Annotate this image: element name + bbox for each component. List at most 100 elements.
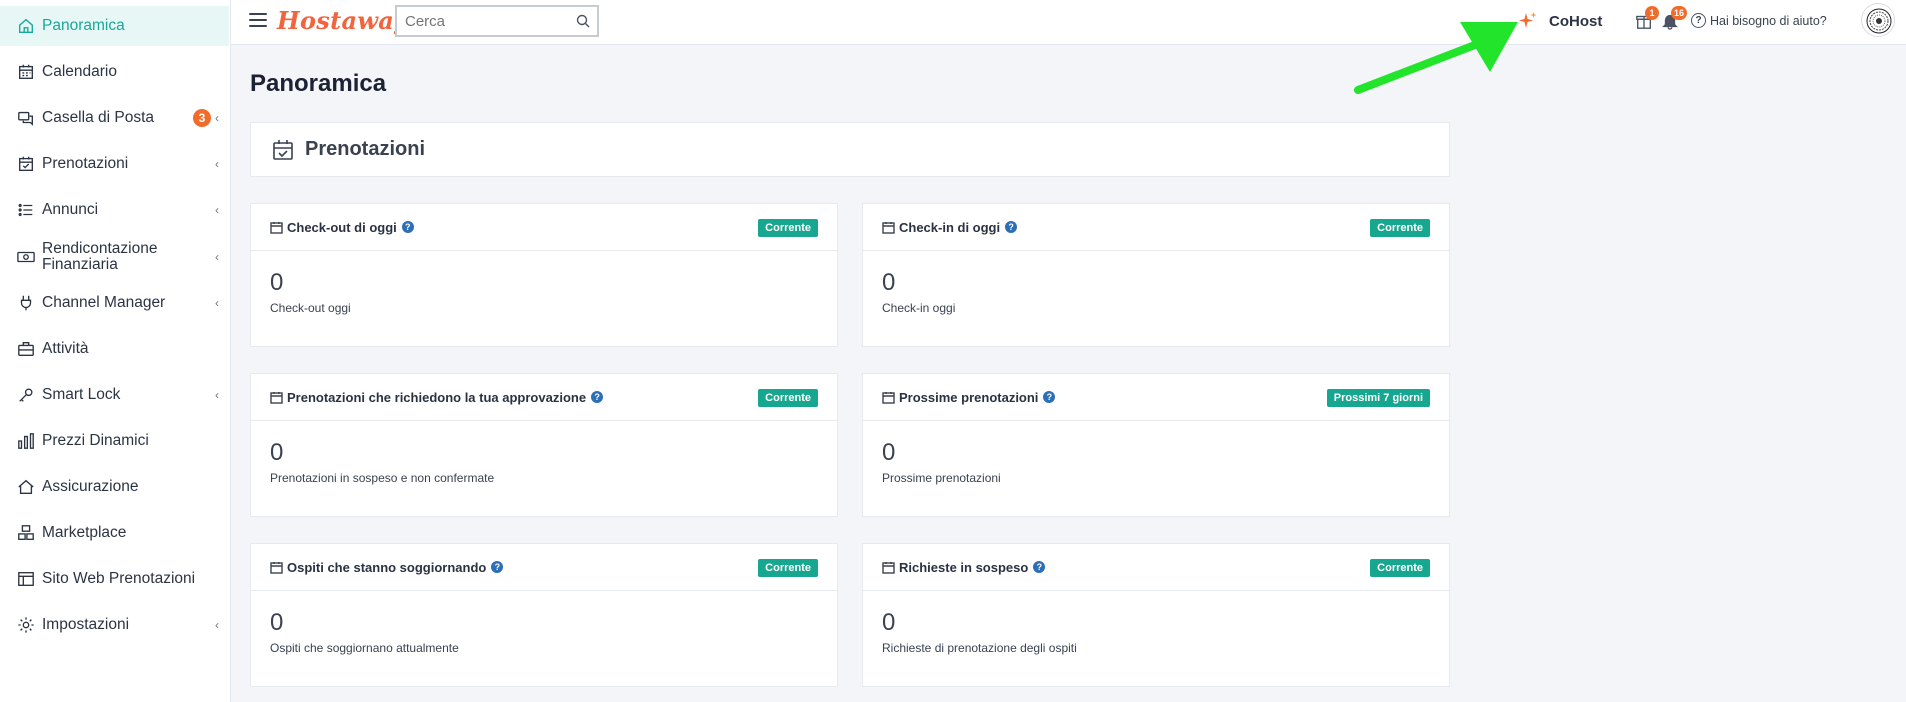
sidebar-item-label: Channel Manager: [42, 294, 166, 311]
status-badge: Corrente: [1370, 219, 1430, 237]
sidebar-item-marketplace[interactable]: Marketplace: [0, 513, 229, 553]
sidebar-item-calendario[interactable]: Calendario: [0, 52, 229, 92]
help-icon[interactable]: ?: [1043, 391, 1056, 403]
card-description: Check-in oggi: [882, 301, 956, 315]
sidebar-item-prezzi-dinamici[interactable]: Prezzi Dinamici: [0, 421, 229, 461]
help-label: Hai bisogno di aiuto?: [1710, 13, 1827, 28]
calendar-check-icon: [273, 139, 293, 160]
card-value: 0: [882, 609, 896, 636]
card-description: Prenotazioni in sospeso e non confermate: [270, 471, 495, 485]
sidebar: Panoramica Calendario Casella di Posta 3…: [0, 0, 231, 702]
layout-icon: [16, 569, 36, 589]
help-link[interactable]: ? Hai bisogno di aiuto?: [1691, 13, 1827, 28]
sidebar-item-label: Sito Web Prenotazioni: [42, 570, 196, 587]
card-title: Check-in di oggi: [899, 219, 1001, 235]
card-description: Richieste di prenotazione degli ospiti: [882, 641, 1077, 655]
sparkle-icon: [1519, 12, 1537, 28]
card-value: 0: [882, 269, 896, 296]
card-pending-requests: Richieste in sospeso ? Corrente 0 Richie…: [862, 543, 1450, 687]
sidebar-item-label: Marketplace: [42, 524, 127, 541]
sidebar-item-label: Assicurazione: [42, 478, 139, 495]
status-badge: Prossimi 7 giorni: [1326, 389, 1430, 407]
sidebar-item-prenotazioni[interactable]: Prenotazioni ‹: [0, 144, 229, 184]
calendar-icon: [16, 62, 36, 82]
card-value: 0: [270, 439, 284, 466]
boxes-icon: [16, 523, 36, 543]
chevron-left-icon: ‹: [215, 157, 219, 171]
calendar-check-icon: [16, 154, 36, 174]
sidebar-item-panoramica[interactable]: Panoramica: [0, 6, 229, 46]
sidebar-item-smart-lock[interactable]: Smart Lock ‹: [0, 375, 229, 415]
chevron-left-icon: ‹: [215, 388, 219, 402]
card-description: Prossime prenotazioni: [882, 471, 1001, 485]
calendar-icon: [270, 391, 283, 404]
notifications-badge: 16: [1671, 6, 1688, 20]
help-icon[interactable]: ?: [1005, 221, 1018, 233]
bar-chart-icon: [16, 431, 36, 451]
logo[interactable]: Hostaway: [277, 6, 408, 35]
gift-button[interactable]: 1: [1635, 6, 1659, 32]
sidebar-item-rendicontazione-finanziaria[interactable]: Rendicontazione Finanziaria ‹: [0, 236, 229, 278]
card-title: Prossime prenotazioni: [899, 389, 1039, 405]
card-title: Ospiti che stanno soggiornando: [287, 559, 487, 575]
inbox-count-badge: 3: [193, 109, 211, 127]
sidebar-item-label: Smart Lock: [42, 386, 121, 403]
gear-icon: [16, 615, 36, 635]
status-badge: Corrente: [1370, 559, 1430, 577]
chevron-left-icon: ‹: [215, 296, 219, 310]
card-title: Richieste in sospeso: [899, 559, 1029, 575]
help-icon[interactable]: ?: [1033, 561, 1046, 573]
card-title: Check-out di oggi: [287, 219, 397, 235]
sidebar-item-label: Panoramica: [42, 17, 125, 34]
search-icon[interactable]: [576, 14, 590, 28]
chevron-left-icon: ‹: [215, 111, 219, 125]
status-badge: Corrente: [758, 559, 818, 577]
house-shield-icon: [16, 477, 36, 497]
sidebar-item-impostazioni[interactable]: Impostazioni ‹: [0, 605, 229, 645]
page-title: Panoramica: [250, 70, 387, 97]
card-value: 0: [882, 439, 896, 466]
chevron-left-icon: ‹: [215, 618, 219, 632]
card-value: 0: [270, 609, 284, 636]
sidebar-item-casella-di-posta[interactable]: Casella di Posta 3 ‹: [0, 98, 229, 138]
notifications-button[interactable]: 16: [1661, 6, 1688, 32]
avatar[interactable]: [1861, 3, 1895, 37]
section-title: Prenotazioni: [305, 138, 426, 160]
sidebar-item-label: Prezzi Dinamici: [42, 432, 149, 449]
card-check-in: Check-in di oggi ? Corrente 0 Check-in o…: [862, 203, 1450, 347]
card-guests-staying: Ospiti che stanno soggiornando ? Corrent…: [250, 543, 838, 687]
sidebar-item-label: Attività: [42, 340, 89, 357]
money-icon: [16, 247, 36, 267]
topbar: Hostaway CoHost 1 16 ? Hai bisogno di ai…: [231, 0, 1906, 45]
search-input[interactable]: [397, 12, 567, 30]
calendar-icon: [270, 561, 283, 574]
help-icon[interactable]: ?: [491, 561, 504, 573]
help-icon[interactable]: ?: [401, 221, 414, 233]
sidebar-item-attivita[interactable]: Attività: [0, 329, 229, 369]
sidebar-item-sito-web-prenotazioni[interactable]: Sito Web Prenotazioni: [0, 559, 229, 599]
card-description: Check-out oggi: [270, 301, 351, 315]
sidebar-item-annunci[interactable]: Annunci ‹: [0, 190, 229, 230]
menu-icon[interactable]: [249, 13, 267, 29]
sidebar-item-assicurazione[interactable]: Assicurazione: [0, 467, 229, 507]
card-title: Prenotazioni che richiedono la tua appro…: [287, 389, 587, 405]
chevron-left-icon: ‹: [215, 203, 219, 217]
sidebar-item-label: Prenotazioni: [42, 155, 129, 172]
calendar-icon: [882, 221, 895, 234]
chat-icon: [16, 108, 36, 128]
status-badge: Corrente: [758, 389, 818, 407]
plug-icon: [16, 293, 36, 313]
help-icon[interactable]: ?: [591, 391, 604, 403]
sidebar-item-channel-manager[interactable]: Channel Manager ‹: [0, 283, 229, 323]
cohost-label: CoHost: [1549, 12, 1603, 30]
cohost-button[interactable]: CoHost: [1517, 10, 1602, 32]
calendar-icon: [882, 391, 895, 404]
section-header-prenotazioni: Prenotazioni: [250, 122, 1450, 177]
status-badge: Corrente: [758, 219, 818, 237]
home-icon: [16, 16, 36, 36]
card-pending-approval: Prenotazioni che richiedono la tua appro…: [250, 373, 838, 517]
sidebar-item-label: Impostazioni: [42, 616, 130, 633]
sidebar-item-label: Calendario: [42, 63, 117, 80]
calendar-icon: [270, 221, 283, 234]
card-description: Ospiti che soggiornano attualmente: [270, 641, 459, 655]
